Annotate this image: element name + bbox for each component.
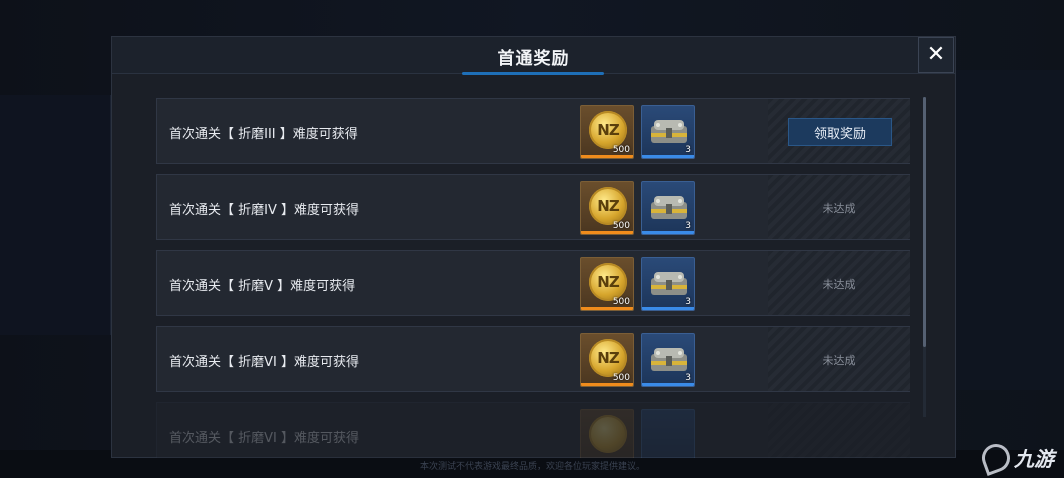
item-count: 3	[685, 221, 691, 231]
footer-disclaimer: 本次测试不代表游戏最终品质，欢迎各位玩家提供建议。	[420, 462, 646, 472]
close-icon: ✕	[926, 42, 946, 67]
nz-coin-icon: NZ	[589, 339, 627, 377]
reward-row: 首次通关【 折磨VI 】难度可获得	[156, 402, 910, 458]
rarity-bar	[642, 155, 694, 158]
first-clear-reward-dialog: 首通奖励 ✕ 首次通关【 折磨III 】难度可获得 NZ 500 3 领取奖励 …	[111, 36, 956, 458]
item-count: 500	[612, 145, 630, 155]
rarity-bar	[581, 307, 633, 310]
reward-condition-text: 首次通关【 折磨V 】难度可获得	[169, 279, 356, 294]
rarity-bar	[642, 383, 694, 386]
rarity-bar	[581, 231, 633, 234]
item-count: 500	[612, 373, 630, 383]
reward-action-area: 未达成	[768, 327, 910, 391]
supply-chest-icon	[651, 120, 687, 143]
reward-item-coin[interactable]	[580, 409, 634, 458]
title-accent-bar	[462, 72, 604, 75]
reward-item-chest[interactable]	[641, 409, 695, 458]
dialog-header: 首通奖励 ✕	[112, 37, 955, 75]
background-right-panel	[956, 70, 1064, 390]
scrollbar-thumb[interactable]	[923, 97, 926, 347]
reward-item-chest[interactable]: 3	[641, 257, 695, 311]
coin-letters: NZ	[597, 197, 619, 215]
reward-item-coin[interactable]: NZ 500	[580, 105, 634, 159]
supply-chest-icon	[651, 272, 687, 295]
close-button[interactable]: ✕	[918, 37, 954, 73]
reward-action-area: 未达成	[768, 175, 910, 239]
reward-item-coin[interactable]: NZ 500	[580, 257, 634, 311]
reward-item-coin[interactable]: NZ 500	[580, 333, 634, 387]
item-count: 3	[685, 145, 691, 155]
reward-item-chest[interactable]: 3	[641, 181, 695, 235]
reward-row: 首次通关【 折磨V 】难度可获得 NZ 500 3 未达成	[156, 250, 910, 316]
claim-reward-button[interactable]: 领取奖励	[788, 118, 892, 146]
reward-item-chest[interactable]: 3	[641, 333, 695, 387]
nz-coin-icon: NZ	[589, 263, 627, 301]
reward-condition-text: 首次通关【 折磨IV 】难度可获得	[169, 203, 359, 218]
not-achieved-status: 未达成	[822, 202, 856, 215]
watermark-text: 九游	[1014, 447, 1054, 471]
reward-condition-text: 首次通关【 折磨VI 】难度可获得	[169, 355, 359, 370]
not-achieved-status: 未达成	[822, 354, 856, 367]
item-count: 500	[612, 297, 630, 307]
not-achieved-status: 未达成	[822, 278, 856, 291]
reward-row: 首次通关【 折磨III 】难度可获得 NZ 500 3 领取奖励	[156, 98, 910, 164]
watermark-logo: 九游	[978, 439, 1054, 476]
coin-letters: NZ	[597, 121, 619, 139]
supply-chest-icon	[651, 196, 687, 219]
rarity-bar	[642, 231, 694, 234]
background-left-panel	[0, 95, 111, 335]
reward-item-coin[interactable]: NZ 500	[580, 181, 634, 235]
reward-action-area: 领取奖励	[768, 99, 910, 163]
nz-coin-icon: NZ	[589, 187, 627, 225]
nine-game-logo-icon	[978, 439, 1014, 476]
supply-chest-icon	[651, 348, 687, 371]
rarity-bar	[581, 383, 633, 386]
item-count: 3	[685, 297, 691, 307]
nz-coin-icon: NZ	[589, 111, 627, 149]
coin-letters: NZ	[597, 349, 619, 367]
item-count: 500	[612, 221, 630, 231]
reward-condition-text: 首次通关【 折磨VI 】难度可获得	[169, 431, 359, 446]
reward-list[interactable]: 首次通关【 折磨III 】难度可获得 NZ 500 3 领取奖励 首次通关【 折…	[156, 98, 912, 458]
reward-action-area	[768, 403, 910, 458]
reward-row: 首次通关【 折磨VI 】难度可获得 NZ 500 3 未达成	[156, 326, 910, 392]
rarity-bar	[581, 155, 633, 158]
reward-row: 首次通关【 折磨IV 】难度可获得 NZ 500 3 未达成	[156, 174, 910, 240]
reward-condition-text: 首次通关【 折磨III 】难度可获得	[169, 127, 358, 142]
scrollbar[interactable]	[923, 97, 926, 417]
reward-action-area: 未达成	[768, 251, 910, 315]
nz-coin-icon	[589, 415, 627, 453]
item-count: 3	[685, 373, 691, 383]
dialog-title: 首通奖励	[497, 49, 570, 69]
reward-item-chest[interactable]: 3	[641, 105, 695, 159]
rarity-bar	[642, 307, 694, 310]
coin-letters: NZ	[597, 273, 619, 291]
